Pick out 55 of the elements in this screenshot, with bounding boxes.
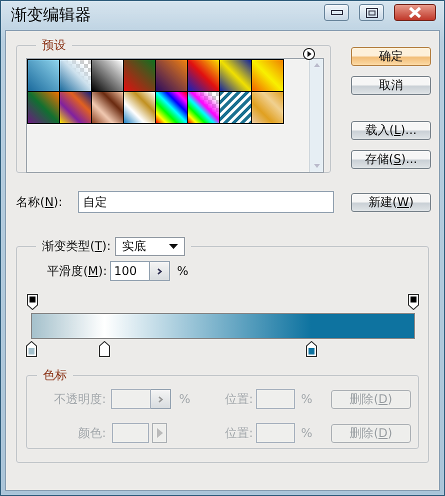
gradient-type-dropdown[interactable]: 实底 [114, 237, 185, 256]
gradient-swatch[interactable] [156, 92, 187, 123]
gradient-swatch[interactable] [252, 92, 283, 123]
dialog-button[interactable]: 确定 [351, 47, 431, 66]
dialog-button[interactable]: 存储(S)... [351, 150, 431, 169]
color-stop[interactable] [98, 341, 110, 357]
dialog-button[interactable]: 取消 [351, 76, 431, 95]
gradient-swatch[interactable] [28, 92, 59, 123]
name-label: 名称(N): [16, 194, 64, 210]
gradient-swatch[interactable] [220, 92, 251, 123]
opacity-label: 不透明度: [52, 390, 107, 408]
gradient-swatch[interactable] [92, 92, 123, 123]
percent-label: % [177, 264, 190, 278]
percent-label: % [179, 392, 192, 406]
gradient-swatch[interactable] [28, 60, 59, 91]
position-label: 位置: [224, 424, 253, 442]
color-stop[interactable] [306, 341, 318, 357]
gradient-swatch[interactable] [252, 60, 283, 91]
gradient-swatch[interactable] [60, 92, 91, 123]
window-title: 渐变编辑器 [10, 5, 91, 26]
color-stop[interactable] [26, 341, 37, 357]
group-legend: 预设 [36, 37, 72, 54]
chevron-icon [156, 268, 162, 274]
caret-icon [168, 244, 178, 249]
gradient-bar[interactable] [31, 313, 415, 339]
dialog-button[interactable]: 载入(L)... [351, 121, 431, 140]
group-legend: 色标 [37, 367, 73, 384]
position-label: 位置: [224, 390, 253, 408]
gradient-swatch[interactable] [92, 60, 123, 91]
gradient-swatch[interactable] [188, 92, 219, 123]
gradient-swatch[interactable] [220, 60, 251, 91]
gradient-type-label: 渐变类型(T): [42, 238, 111, 255]
new-button[interactable]: 新建(W) [351, 192, 431, 212]
arrow-icon [156, 428, 162, 438]
smoothness-field[interactable]: 100 [110, 261, 150, 281]
opacity-stop[interactable] [27, 294, 38, 310]
maximize-button[interactable] [359, 4, 384, 21]
minimize-button[interactable] [324, 4, 349, 21]
smoothness-label: 平滑度(M): [46, 262, 108, 280]
close-icon [409, 7, 421, 18]
gradient-swatch[interactable] [124, 60, 155, 91]
maximize-icon [366, 8, 378, 18]
name-field[interactable]: 自定 [78, 191, 334, 213]
color-label: 颜色: [76, 424, 107, 442]
chevron-icon [158, 396, 164, 402]
gradient-swatch[interactable] [188, 60, 219, 91]
gradient-swatch[interactable] [60, 60, 91, 91]
gradient-swatch[interactable] [156, 60, 187, 91]
minimize-icon [330, 10, 342, 16]
gradient-swatch[interactable] [124, 92, 155, 123]
stepper-button[interactable] [150, 261, 170, 281]
percent-label: % [301, 426, 314, 440]
close-button[interactable] [394, 4, 436, 21]
opacity-stop[interactable] [408, 294, 419, 310]
percent-label: % [301, 392, 314, 406]
